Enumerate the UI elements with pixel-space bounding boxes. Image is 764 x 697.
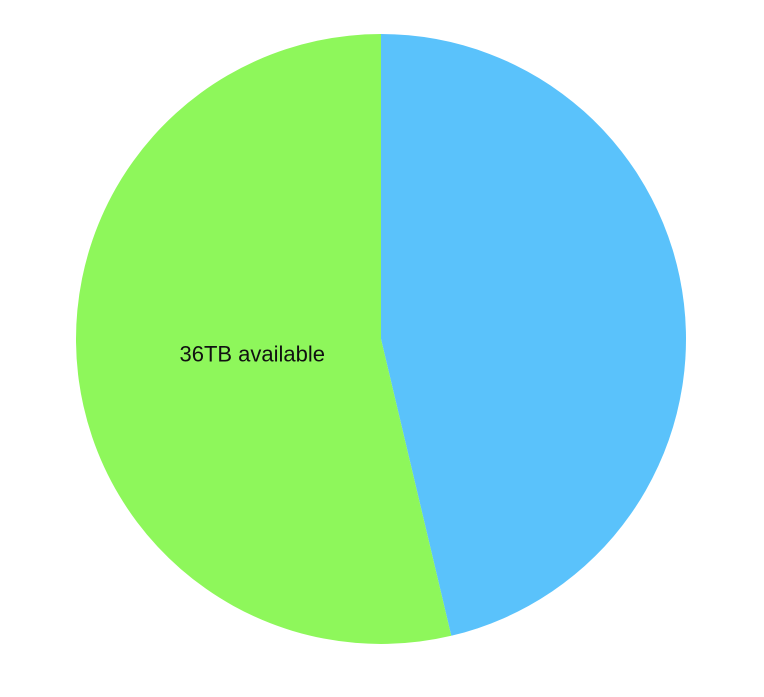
- pie-chart-svg: 36TB available: [76, 34, 687, 644]
- pie-labels: 36TB available: [179, 342, 325, 367]
- pie-slices: [76, 34, 687, 644]
- storage-pie-chart: 36TB available: [0, 0, 764, 692]
- pie-slice-label-1: 36TB available: [179, 342, 325, 367]
